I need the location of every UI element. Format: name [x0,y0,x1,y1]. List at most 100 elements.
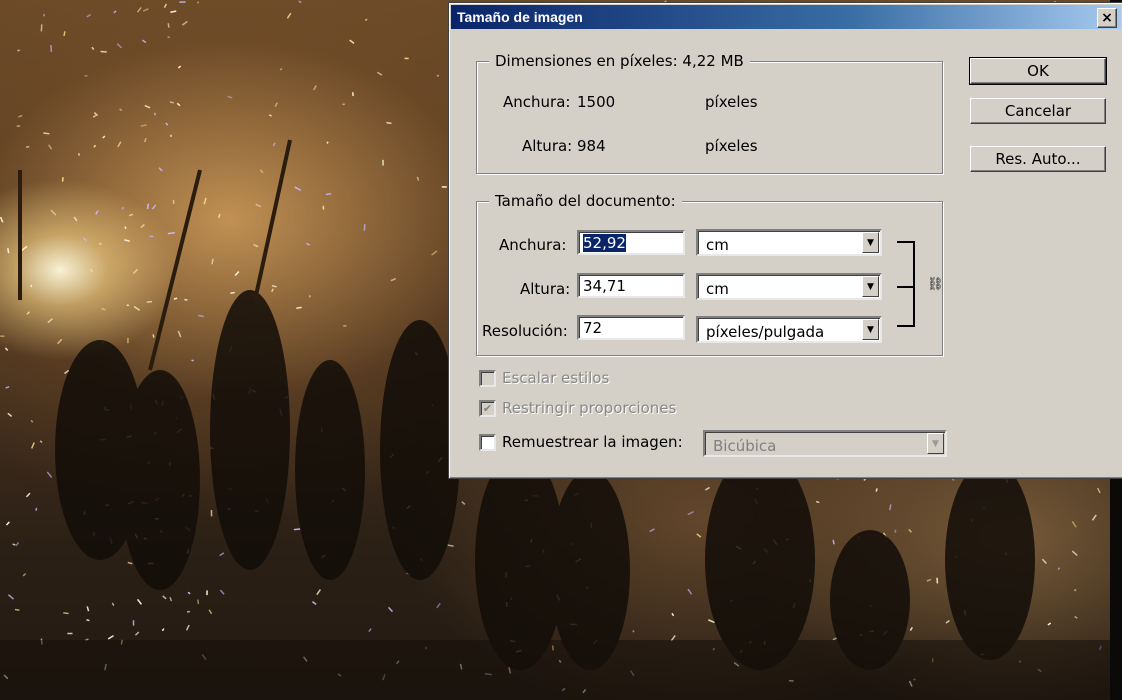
spark [203,197,207,205]
spark [15,542,20,547]
spark [368,628,372,633]
spark [57,338,63,345]
spark [117,141,122,148]
pixel-height-unit: píxeles [705,137,758,155]
document-size-legend: Tamaño del documento: [489,192,682,210]
constrain-proportions-option[interactable]: ✔ Restringir proporciones [479,399,676,417]
spark [196,1,200,4]
spark [127,561,133,565]
spark [181,20,188,26]
spark [230,291,235,294]
constrain-proportions-checkbox[interactable]: ✔ [479,399,496,417]
spark [705,486,710,491]
spark [14,608,20,611]
spark [1047,622,1052,626]
doc-height-label: Altura: [520,280,571,298]
constraint-bracket-bottom [897,325,915,327]
spark [363,224,366,231]
spark [7,594,15,600]
doc-height-unit-dropdown[interactable]: cm ▼ [696,273,882,300]
doc-width-input[interactable]: 52,92 [577,230,685,255]
spark [142,8,149,12]
spark [133,305,141,311]
spark [5,521,10,526]
spark [376,71,383,76]
spark [386,121,392,125]
spark [832,539,835,545]
chevron-down-icon[interactable]: ▼ [927,433,944,454]
spark [875,488,878,492]
spark [86,13,92,18]
spark [687,510,694,516]
spark [169,596,173,602]
cancel-button[interactable]: Cancelar [970,98,1106,124]
spark [107,634,114,640]
spark [211,258,214,265]
doc-height-input[interactable]: 34,71 [577,273,685,298]
spark [431,250,438,256]
auto-resolution-button[interactable]: Res. Auto... [970,146,1106,172]
spark [63,612,69,615]
spark [649,528,655,533]
spark [416,176,420,181]
spark [46,471,53,478]
constraint-bracket-middle [897,286,915,288]
spark [306,242,311,246]
spark [121,206,124,210]
spark [93,144,97,148]
dialog-titlebar[interactable]: Tamaño de imagen × [451,5,1121,29]
spark [26,311,30,315]
spark [1091,514,1097,521]
spark [35,507,38,511]
spark [1057,567,1061,571]
chevron-down-icon[interactable]: ▼ [862,232,879,253]
spark [30,284,33,288]
spark [113,10,117,14]
pixel-width-value: 1500 [577,93,616,111]
spark [909,626,913,631]
spark [30,419,34,423]
spark [124,226,127,230]
spark [95,210,99,215]
spark [387,606,393,613]
spark [4,347,9,352]
spark [128,213,134,217]
spark [296,306,302,310]
close-button[interactable]: × [1097,8,1117,28]
spark [1041,558,1047,565]
pixel-width-unit: píxeles [705,93,758,111]
chevron-down-icon[interactable]: ▼ [862,319,879,340]
ok-button[interactable]: OK [969,57,1107,85]
resample-method-dropdown[interactable]: Bicúbica ▼ [703,430,947,457]
spark [198,314,204,318]
pixel-height-label: Altura: [522,137,573,155]
spark [187,591,191,595]
scale-styles-label: Escalar estilos [502,369,610,387]
spark [268,114,272,117]
resolution-unit: píxeles/pulgada [706,323,825,341]
spark [271,284,277,288]
spark [832,637,838,641]
resample-option[interactable]: Remuestrear la imagen: [479,433,683,451]
spark [7,248,10,254]
resolution-unit-dropdown[interactable]: píxeles/pulgada ▼ [696,316,882,343]
spark [141,39,147,44]
spark [124,239,130,242]
spark [47,318,54,324]
spark [227,95,233,99]
scale-styles-option[interactable]: Escalar estilos [479,369,609,387]
spark [219,589,225,595]
resolution-input[interactable]: 72 [577,315,685,340]
resample-label: Remuestrear la imagen: [502,433,683,451]
resample-checkbox[interactable] [479,433,496,451]
spark [259,169,264,174]
spark [185,624,190,631]
spark [177,330,182,338]
chevron-down-icon[interactable]: ▼ [862,276,879,297]
spark [255,203,262,208]
constraint-bracket-vertical [913,241,915,327]
doc-width-unit-dropdown[interactable]: cm ▼ [696,229,882,256]
spark [218,213,221,219]
scale-styles-checkbox[interactable] [479,369,496,387]
spark [272,142,276,147]
